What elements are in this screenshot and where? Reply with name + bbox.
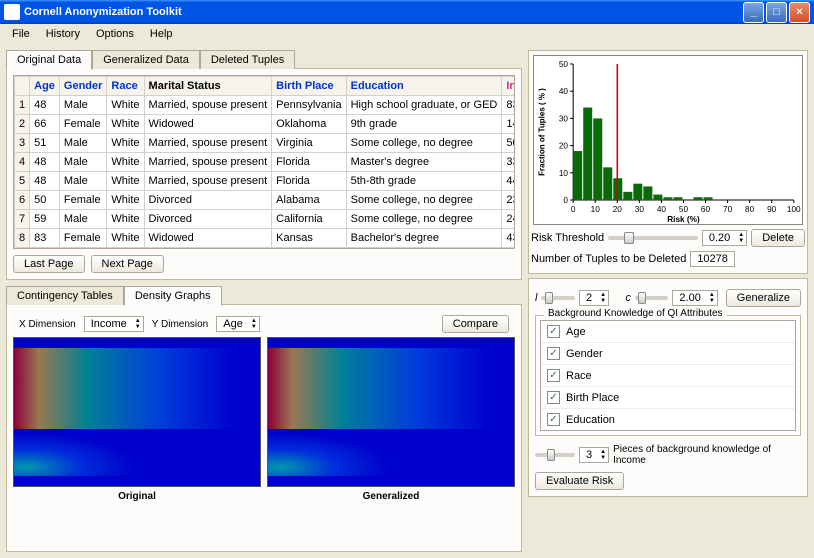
y-dim-label: Y Dimension [152, 319, 209, 330]
bk-item[interactable]: ✓Birth Place [541, 387, 795, 409]
table-row[interactable]: 883FemaleWhiteWidowedKansasBachelor's de… [15, 229, 516, 248]
x-dim-label: X Dimension [19, 319, 76, 330]
checkbox-icon[interactable]: ✓ [547, 347, 560, 360]
c-value[interactable]: 2.00▲▼ [672, 290, 717, 306]
menubar: File History Options Help [0, 24, 814, 44]
pieces-value[interactable]: 3▲▼ [579, 447, 609, 463]
menu-history[interactable]: History [38, 26, 88, 42]
data-table[interactable]: Age Gender Race Marital Status Birth Pla… [14, 76, 515, 248]
original-density-map [13, 337, 261, 487]
svg-text:50: 50 [679, 205, 689, 214]
svg-text:Fraction of Tuples ( % ): Fraction of Tuples ( % ) [537, 88, 546, 176]
tab-generalized-data[interactable]: Generalized Data [92, 50, 200, 69]
svg-text:60: 60 [701, 205, 711, 214]
svg-text:20: 20 [613, 205, 623, 214]
tab-original-data[interactable]: Original Data [6, 50, 92, 70]
menu-options[interactable]: Options [88, 26, 142, 42]
bk-item[interactable]: ✓Gender [541, 343, 795, 365]
svg-text:50: 50 [559, 60, 569, 69]
risk-histogram: 0 10 20 30 40 50 0 10 20 30 40 50 60 70 80 90 100 Risk (%… [533, 55, 803, 225]
table-row[interactable]: 351MaleWhiteMarried, spouse presentVirgi… [15, 134, 516, 153]
table-row[interactable]: 759MaleWhiteDivorcedCaliforniaSome colle… [15, 210, 516, 229]
x-dim-select[interactable]: Income▲▼ [84, 316, 144, 332]
svg-text:10: 10 [559, 169, 569, 178]
generalized-density-map [267, 337, 515, 487]
menu-help[interactable]: Help [142, 26, 181, 42]
svg-text:0: 0 [571, 205, 576, 214]
risk-threshold-slider[interactable] [608, 236, 698, 240]
col-race[interactable]: Race [107, 77, 144, 96]
checkbox-icon[interactable]: ✓ [547, 413, 560, 426]
table-row[interactable]: 448MaleWhiteMarried, spouse presentFlori… [15, 153, 516, 172]
window-title: Cornell Anonymization Toolkit [24, 6, 182, 18]
generalized-label: Generalized [363, 491, 420, 502]
pieces-label: Pieces of background knowledge of Income [613, 444, 801, 466]
maximize-button[interactable]: □ [766, 2, 787, 23]
c-slider[interactable] [635, 296, 669, 300]
checkbox-icon[interactable]: ✓ [547, 391, 560, 404]
svg-text:0: 0 [563, 196, 568, 205]
svg-text:40: 40 [657, 205, 667, 214]
tab-deleted-tuples[interactable]: Deleted Tuples [200, 50, 295, 69]
svg-text:80: 80 [745, 205, 755, 214]
last-page-button[interactable]: Last Page [13, 255, 85, 273]
table-row[interactable]: 148MaleWhiteMarried, spouse presentPenns… [15, 96, 516, 115]
bk-group-title: Background Knowledge of QI Attributes [544, 308, 727, 319]
svg-text:Risk (%): Risk (%) [667, 215, 700, 224]
num-tuples-label: Number of Tuples to be Deleted [531, 253, 686, 265]
col-income[interactable]: Income [502, 77, 515, 96]
checkbox-icon[interactable]: ✓ [547, 325, 560, 338]
svg-text:70: 70 [723, 205, 733, 214]
risk-threshold-value[interactable]: 0.20▲▼ [702, 230, 747, 246]
table-row[interactable]: 266FemaleWhiteWidowedOklahoma9th grade14… [15, 115, 516, 134]
l-slider[interactable] [541, 296, 575, 300]
l-value[interactable]: 2▲▼ [579, 290, 609, 306]
svg-text:20: 20 [559, 142, 569, 151]
bk-item[interactable]: ✓Education [541, 409, 795, 430]
svg-text:90: 90 [767, 205, 777, 214]
tab-density[interactable]: Density Graphs [124, 286, 222, 306]
svg-text:40: 40 [559, 87, 569, 96]
col-birth[interactable]: Birth Place [272, 77, 346, 96]
svg-text:10: 10 [591, 205, 601, 214]
menu-file[interactable]: File [4, 26, 38, 42]
data-tabs: Original Data Generalized Data Deleted T… [6, 50, 522, 69]
generalize-button[interactable]: Generalize [726, 289, 801, 307]
minimize-button[interactable]: _ [743, 2, 764, 23]
c-label: c [625, 292, 631, 304]
bk-item[interactable]: ✓Race [541, 365, 795, 387]
bk-attribute-list: ✓Age✓Gender✓Race✓Birth Place✓Education [540, 320, 796, 431]
table-row[interactable]: 650FemaleWhiteDivorcedAlabamaSome colleg… [15, 191, 516, 210]
l-label: l [535, 292, 537, 304]
titlebar[interactable]: Cornell Anonymization Toolkit _ □ × [0, 0, 814, 24]
col-gender[interactable]: Gender [59, 77, 107, 96]
svg-text:30: 30 [559, 115, 569, 124]
tab-contingency[interactable]: Contingency Tables [6, 286, 124, 305]
app-icon [4, 4, 20, 20]
y-dim-select[interactable]: Age▲▼ [216, 316, 260, 332]
col-marital[interactable]: Marital Status [144, 77, 272, 96]
delete-button[interactable]: Delete [751, 229, 805, 247]
col-age[interactable]: Age [30, 77, 60, 96]
next-page-button[interactable]: Next Page [91, 255, 164, 273]
checkbox-icon[interactable]: ✓ [547, 369, 560, 382]
svg-text:30: 30 [635, 205, 645, 214]
close-button[interactable]: × [789, 2, 810, 23]
risk-threshold-label: Risk Threshold [531, 232, 604, 244]
svg-text:100: 100 [787, 205, 801, 214]
analysis-tabs: Contingency Tables Density Graphs [6, 286, 522, 305]
bk-item[interactable]: ✓Age [541, 321, 795, 343]
table-row[interactable]: 548MaleWhiteMarried, spouse presentFlori… [15, 172, 516, 191]
evaluate-risk-button[interactable]: Evaluate Risk [535, 472, 624, 490]
original-label: Original [118, 491, 156, 502]
compare-button[interactable]: Compare [442, 315, 509, 333]
pieces-slider[interactable] [535, 453, 575, 457]
col-education[interactable]: Education [346, 77, 502, 96]
num-tuples-value: 10278 [690, 251, 735, 267]
